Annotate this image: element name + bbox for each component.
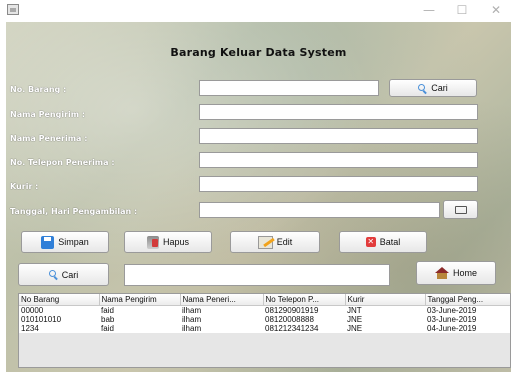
table-cell: JNE bbox=[347, 324, 363, 333]
calendar-icon bbox=[454, 205, 467, 214]
batal-button[interactable]: ✕ Batal bbox=[339, 231, 427, 253]
no-telepon-label: No. Telepon Penerima : bbox=[10, 158, 115, 167]
table-empty-area bbox=[19, 333, 510, 367]
nama-penerima-label: Nama Penerima : bbox=[10, 134, 88, 143]
page-title: Barang Keluar Data System bbox=[170, 46, 347, 59]
table-cell: ilham bbox=[182, 324, 202, 333]
table-cell: bab bbox=[101, 315, 115, 324]
table-cell: JNT bbox=[347, 306, 362, 315]
tanggal-field[interactable] bbox=[199, 202, 440, 218]
home-button[interactable]: Home bbox=[416, 261, 496, 285]
tanggal-picker-button[interactable] bbox=[443, 200, 478, 219]
table-cell: 081212341234 bbox=[265, 324, 319, 333]
no-telepon-field[interactable] bbox=[199, 152, 478, 168]
column-header[interactable]: Tanggal Peng... bbox=[425, 294, 510, 306]
title-bar: — ☐ ✕ bbox=[0, 0, 517, 21]
kurir-field[interactable] bbox=[199, 176, 478, 192]
table-cell: 010101010 bbox=[21, 315, 62, 324]
simpan-label: Simpan bbox=[58, 237, 89, 247]
nama-pengirim-field[interactable] bbox=[199, 104, 478, 120]
table-cell: ilham bbox=[182, 306, 202, 315]
column-header[interactable]: No Telepon P... bbox=[263, 294, 346, 306]
tanggal-label: Tanggal, Hari Pengambilan : bbox=[10, 207, 138, 216]
table-row[interactable]: 00000 faid ilham 081290901919 JNT 03-Jun… bbox=[19, 306, 510, 316]
nama-pengirim-label: Nama Pengirim : bbox=[10, 110, 86, 119]
batal-label: Batal bbox=[379, 237, 401, 247]
table-cell: ilham bbox=[182, 315, 202, 324]
edit-button[interactable]: Edit bbox=[230, 231, 320, 253]
no-barang-label: No. Barang : bbox=[10, 85, 67, 94]
home-label: Home bbox=[452, 268, 477, 278]
table-cell: 04-June-2019 bbox=[427, 324, 477, 333]
data-table[interactable]: No Barang Nama Pengirim Nama Peneri... N… bbox=[18, 293, 511, 368]
table-row[interactable]: 1234 faid ilham 081212341234 JNE 04-June… bbox=[19, 324, 510, 333]
no-barang-field[interactable] bbox=[199, 80, 379, 96]
search-icon bbox=[418, 83, 427, 93]
minimize-button[interactable]: — bbox=[418, 2, 440, 18]
column-header[interactable]: Nama Pengirim bbox=[99, 294, 181, 306]
cari-bottom-label: Cari bbox=[61, 269, 79, 280]
edit-icon bbox=[257, 235, 275, 249]
home-icon bbox=[434, 267, 449, 279]
search-input[interactable] bbox=[124, 264, 390, 286]
main-panel: Barang Keluar Data System No. Barang : C… bbox=[6, 22, 511, 372]
table-cell: 1234 bbox=[21, 324, 39, 333]
table-cell: faid bbox=[101, 306, 114, 315]
table-cell: 03-June-2019 bbox=[427, 306, 477, 315]
cari-top-label: Cari bbox=[431, 83, 448, 93]
cari-top-button[interactable]: Cari bbox=[389, 79, 477, 97]
edit-label: Edit bbox=[276, 237, 293, 247]
table-cell: JNE bbox=[347, 315, 363, 324]
table-row[interactable]: 010101010 bab ilham 08120008888 JNE 03-J… bbox=[19, 315, 510, 324]
app-window: — ☐ ✕ Barang Keluar Data System No. Bara… bbox=[0, 0, 517, 381]
table-cell: 08120008888 bbox=[265, 315, 314, 324]
column-header[interactable]: Kurir bbox=[345, 294, 426, 306]
java-app-icon bbox=[7, 4, 19, 15]
simpan-button[interactable]: Simpan bbox=[21, 231, 109, 253]
maximize-button[interactable]: ☐ bbox=[451, 2, 473, 18]
hapus-label: Hapus bbox=[162, 237, 189, 247]
table-cell: 00000 bbox=[21, 306, 44, 315]
kurir-label: Kurir : bbox=[10, 182, 39, 191]
delete-icon bbox=[146, 235, 159, 249]
cari-bottom-button[interactable]: Cari bbox=[18, 263, 109, 286]
save-icon bbox=[41, 235, 55, 249]
table-cell: faid bbox=[101, 324, 114, 333]
search-icon bbox=[48, 270, 58, 279]
cancel-icon: ✕ bbox=[365, 237, 376, 247]
column-header[interactable]: No Barang bbox=[19, 294, 100, 306]
table-cell: 03-June-2019 bbox=[427, 315, 477, 324]
hapus-button[interactable]: Hapus bbox=[124, 231, 212, 253]
table-header-row: No Barang Nama Pengirim Nama Peneri... N… bbox=[19, 294, 510, 306]
column-header[interactable]: Nama Peneri... bbox=[180, 294, 264, 306]
table-cell: 081290901919 bbox=[265, 306, 319, 315]
nama-penerima-field[interactable] bbox=[199, 128, 478, 144]
close-button[interactable]: ✕ bbox=[485, 2, 507, 18]
